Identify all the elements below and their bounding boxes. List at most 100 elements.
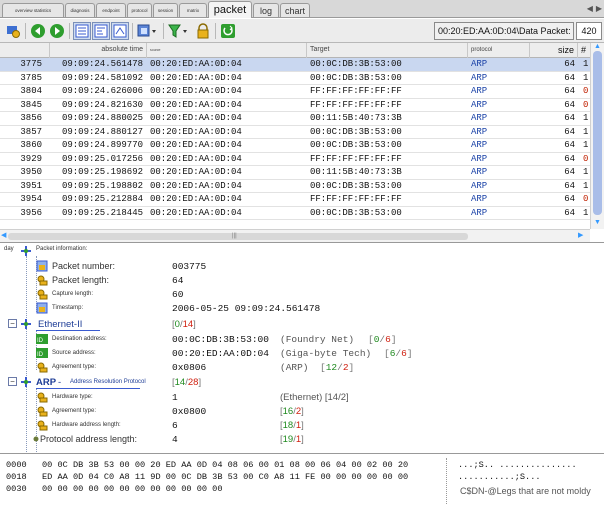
tab-bar: overview statistics diagnosis endpoint p…	[0, 0, 604, 18]
field-agreement-type-arp[interactable]: Agreement type: 0x0800 [16/2]	[0, 404, 600, 418]
settings-button[interactable]	[4, 22, 22, 40]
table-row[interactable]: 3954 09:09:25.212884 00:20:ED:AA:0D:04 FF:F…	[0, 193, 590, 207]
column-header-flag[interactable]: #	[578, 43, 590, 58]
scroll-left-icon[interactable]: ◀	[1, 231, 6, 239]
cell-number: 3785	[20, 72, 42, 83]
packet-count-field[interactable]: 420	[576, 22, 602, 40]
cell-absolute-time: 09:09:24.561478	[61, 59, 143, 69]
cell-target: FF:FF:FF:FF:FF:FF	[310, 153, 402, 164]
field-icon	[37, 406, 48, 417]
column-header-source[interactable]: source	[147, 43, 307, 58]
field-timestamp[interactable]: Timestamp: 2006-05-25 09:09:24.561478	[0, 301, 600, 315]
tab-protocol[interactable]: protocol	[127, 3, 152, 17]
scrollbar-thumb[interactable]	[593, 51, 602, 215]
scroll-up-icon[interactable]: ▲	[594, 43, 601, 50]
field-agreement-type[interactable]: Agreement type: 0x0806 (ARP) [12/2]	[0, 360, 600, 374]
column-header-protocol[interactable]: protocol	[468, 43, 530, 58]
cell-flag: 0	[583, 194, 589, 204]
tab-session[interactable]: session	[153, 3, 178, 17]
cell-number: 3775	[20, 59, 42, 69]
cell-flag: 1	[583, 207, 589, 218]
field-packet-length[interactable]: Packet length: 64	[0, 273, 600, 287]
cell-number: 3956	[20, 207, 42, 218]
table-row[interactable]: 3857 09:09:24.880127 00:20:ED:AA:0D:04 00:0…	[0, 126, 590, 139]
column-header-number[interactable]	[0, 43, 50, 58]
column-header-absolute-time[interactable]: absolute time	[50, 43, 147, 58]
tab-endpoint[interactable]: endpoint	[96, 3, 126, 17]
cell-number: 3804	[20, 86, 42, 96]
cell-size: 64	[564, 86, 575, 96]
lock-filter-button[interactable]	[194, 22, 212, 40]
collapse-toggle-icon[interactable]: −	[8, 377, 17, 386]
tree-node-ethernet[interactable]: − Ethernet-II [0/14]	[0, 317, 600, 331]
field-icon	[36, 260, 48, 272]
tab-matrix[interactable]: matrix	[179, 3, 207, 17]
field-source-address[interactable]: ID Source address: 00:20:ED:AA:0D:04 (Gi…	[0, 346, 600, 360]
cell-flag: 1	[583, 140, 589, 150]
field-icon	[37, 420, 48, 431]
decode-dropdown-button[interactable]	[136, 22, 160, 40]
cell-protocol: ARP	[471, 153, 488, 164]
view-list-button[interactable]	[73, 22, 91, 40]
field-packet-number[interactable]: Packet number: 003775	[0, 259, 600, 273]
cell-absolute-time: 09:09:24.626006	[61, 86, 143, 96]
table-row[interactable]: 3956 09:09:25.218445 00:20:ED:AA:0D:04 00:0…	[0, 207, 590, 220]
cell-protocol: ARP	[471, 180, 488, 191]
table-row[interactable]: 3845 09:09:24.821630 00:20:ED:AA:0D:04 FF:F…	[0, 99, 590, 112]
tree-node-arp[interactable]: − ARP - Address Resolution Protocol [14/…	[0, 375, 600, 389]
field-capture-length[interactable]: Capture length: 60	[0, 287, 600, 301]
hex-dump-pane[interactable]: 0000 00 0C DB 3B 53 00 00 20 ED AA 0D 04…	[0, 456, 604, 506]
field-hardware-type[interactable]: Hardware type: 1 (Ethernet) [14/2]	[0, 390, 600, 404]
address-field[interactable]: 00:20:ED:AA:0D:04\Data Packet:	[434, 22, 574, 40]
cell-flag: 0	[583, 153, 589, 164]
field-hardware-address-length[interactable]: Hardware address length: 6 [18/1]	[0, 418, 600, 432]
cell-protocol: ARP	[471, 167, 488, 177]
tab-diagnosis[interactable]: diagnosis	[65, 3, 95, 17]
table-vertical-scrollbar[interactable]: ▲ ▼	[590, 43, 604, 229]
refresh-button[interactable]	[219, 22, 237, 40]
cell-number: 3860	[20, 140, 42, 150]
forward-button[interactable]	[48, 22, 66, 40]
cell-size: 64	[564, 59, 575, 69]
table-row[interactable]: 3950 09:09:25.198692 00:20:ED:AA:0D:04 00:1…	[0, 166, 590, 180]
tab-overview-statistics[interactable]: overview statistics	[2, 3, 64, 17]
table-row[interactable]: 3951 09:09:25.198802 00:20:ED:AA:0D:04 00:0…	[0, 180, 590, 193]
column-header-size[interactable]: size	[530, 43, 578, 58]
scroll-down-icon[interactable]: ▼	[594, 219, 601, 226]
table-row[interactable]: 3856 09:09:24.880025 00:20:ED:AA:0D:04 00:1…	[0, 112, 590, 126]
back-button[interactable]	[29, 22, 47, 40]
column-header-target[interactable]: Target	[307, 43, 468, 58]
view-hex-button[interactable]	[111, 22, 129, 40]
scroll-right-icon[interactable]: ▶	[578, 231, 583, 239]
table-row[interactable]: 3860 09:09:24.899770 00:20:ED:AA:0D:04 00:0…	[0, 139, 590, 153]
table-row[interactable]: 3804 09:09:24.626006 00:20:ED:AA:0D:04 FF:F…	[0, 85, 590, 99]
cell-target: 00:0C:DB:3B:53:00	[310, 140, 402, 150]
lock-icon	[197, 23, 209, 39]
field-protocol-address-length[interactable]: Protocol address length: 4 [19/1]	[0, 432, 600, 446]
cell-size: 64	[564, 180, 575, 191]
decode-tree: day Packet information: Packet number: 0…	[0, 244, 604, 454]
tab-log[interactable]: log	[253, 3, 279, 17]
collapse-toggle-icon[interactable]: −	[8, 319, 17, 328]
table-row[interactable]: 3929 09:09:25.017256 00:20:ED:AA:0D:04 FF:F…	[0, 153, 590, 166]
scrollbar-thumb[interactable]	[8, 233, 468, 240]
field-destination-address[interactable]: ID Destination address: 00:0C:DB:3B:53:0…	[0, 332, 600, 346]
watermark-text: C$DN-@Legs that are not moldy	[460, 486, 591, 496]
cell-protocol: ARP	[471, 194, 488, 204]
view-detail-button[interactable]	[92, 22, 110, 40]
cell-source: 00:20:ED:AA:0D:04	[150, 180, 242, 191]
filter-dropdown-button[interactable]	[167, 22, 191, 40]
cell-absolute-time: 09:09:24.821630	[61, 99, 143, 110]
cell-flag: 1	[583, 167, 589, 177]
tab-scroll-left-icon[interactable]: ◀	[587, 4, 593, 13]
tab-scroll-right-icon[interactable]: ▶	[596, 4, 602, 13]
tree-node-packet-info[interactable]: day Packet information:	[0, 244, 300, 258]
table-row[interactable]: 3785 09:09:24.581092 00:20:ED:AA:0D:04 00:0…	[0, 72, 590, 85]
cell-absolute-time: 09:09:25.218445	[61, 207, 143, 218]
scrollbar-grip-icon: |||	[232, 233, 237, 239]
table-horizontal-scrollbar[interactable]: ◀ ||| ▶	[0, 229, 590, 242]
tab-packet[interactable]: packet	[208, 1, 252, 18]
tab-chart[interactable]: chart	[280, 3, 310, 17]
table-row[interactable]: 3775 09:09:24.561478 00:20:ED:AA:0D:04 00:0…	[0, 58, 590, 72]
cell-size: 64	[564, 99, 575, 110]
